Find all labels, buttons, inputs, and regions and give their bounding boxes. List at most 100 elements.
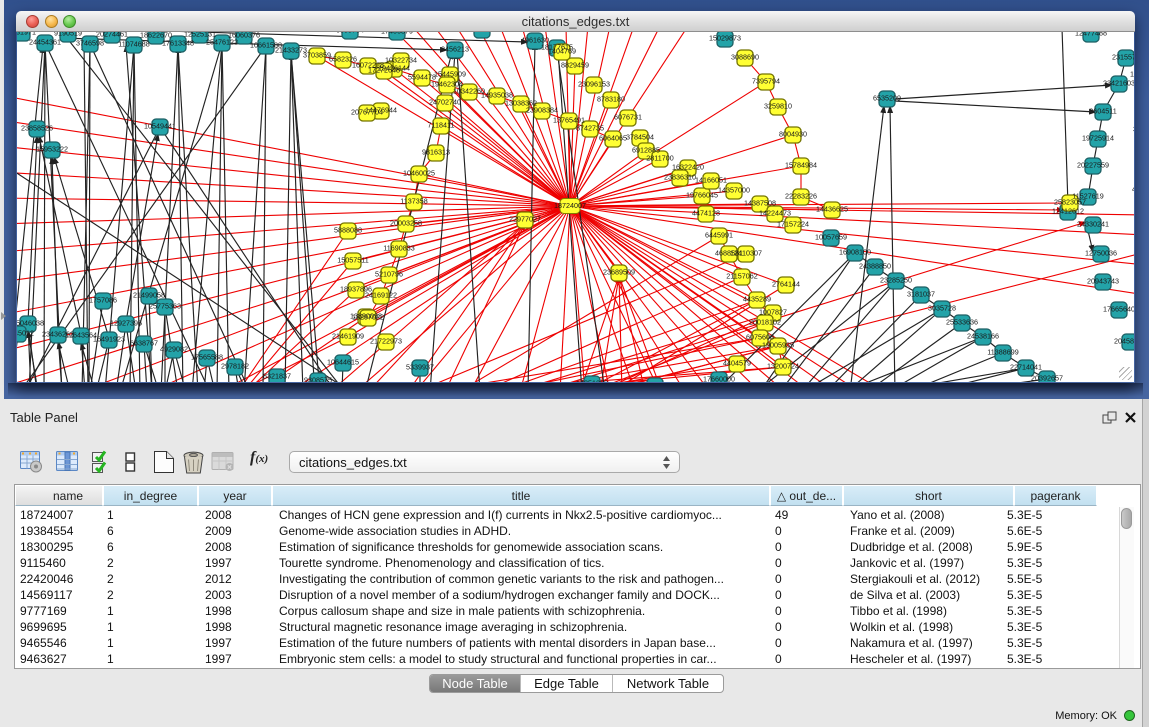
svg-text:17157224: 17157224 [777,220,809,229]
svg-text:17406879: 17406879 [381,32,413,36]
svg-text:13945012: 13945012 [17,329,34,338]
svg-text:6445991: 6445991 [705,231,733,240]
svg-text:3307301: 3307301 [1133,125,1134,134]
svg-text:10644615: 10644615 [327,358,359,367]
svg-text:25046038: 25046038 [17,319,44,328]
svg-text:6638767: 6638767 [130,339,158,348]
svg-text:15057511: 15057511 [337,256,368,265]
svg-text:23689509: 23689509 [603,268,635,277]
svg-text:19005935: 19005935 [762,341,794,350]
svg-text:20943743: 20943743 [1087,277,1119,286]
svg-text:7395794: 7395794 [752,77,780,86]
svg-text:14351230: 14351230 [576,379,608,383]
svg-text:14357000: 14357000 [718,186,750,195]
svg-text:2315577: 2315577 [1112,53,1134,62]
svg-text:11388699: 11388699 [987,348,1018,357]
svg-text:2978182: 2978182 [221,362,249,371]
svg-text:20392657: 20392657 [1031,374,1063,383]
svg-text:17565588: 17565588 [191,353,223,362]
svg-text:8742735: 8742735 [576,124,604,133]
svg-text:20458054: 20458054 [1114,337,1134,346]
svg-text:1757086: 1757086 [89,296,117,305]
svg-text:23858526: 23858526 [21,124,53,133]
svg-text:2811700: 2811700 [646,154,673,163]
svg-text:8783180: 8783180 [597,95,625,104]
svg-text:23096153: 23096153 [578,80,610,89]
svg-text:3604511: 3604511 [1089,107,1116,116]
svg-text:12410307: 12410307 [730,249,762,258]
svg-text:4435289: 4435289 [743,295,771,304]
svg-text:8321837: 8321837 [263,372,291,381]
svg-text:4140560: 4140560 [1132,185,1134,194]
svg-text:19725914: 19725914 [1082,134,1114,143]
svg-text:16322420: 16322420 [672,163,704,172]
svg-text:14166051: 14166051 [695,176,727,185]
svg-text:23421603: 23421603 [1103,79,1134,88]
svg-text:24388850: 24388850 [859,262,891,271]
svg-text:4929082: 4929082 [160,345,188,354]
svg-text:8829459: 8829459 [561,61,589,70]
svg-text:15445909: 15445909 [434,70,466,79]
svg-text:14436625: 14436625 [816,205,848,214]
svg-text:5339937: 5339937 [406,363,434,372]
svg-text:24454361: 24454361 [29,38,61,47]
svg-text:24538166: 24538166 [967,332,999,341]
svg-text:10549441: 10549441 [144,122,176,131]
svg-text:10322734: 10322734 [385,56,417,65]
svg-text:4404579: 4404579 [723,359,751,368]
svg-text:3035728: 3035728 [928,304,956,313]
svg-text:19766045: 19766045 [686,191,718,200]
svg-text:13200724: 13200724 [767,362,799,371]
svg-text:16307710: 16307710 [1130,70,1134,79]
svg-text:7031971: 7031971 [17,32,36,37]
svg-text:22283226: 22283226 [785,192,817,201]
svg-text:12477488: 12477488 [1075,32,1107,38]
svg-text:15784984: 15784984 [785,161,817,170]
svg-text:23836310: 23836310 [664,173,696,182]
svg-text:3784504: 3784504 [626,133,654,142]
svg-text:14224473: 14224473 [759,209,791,218]
svg-text:16491923: 16491923 [93,335,125,344]
svg-text:4474128: 4474128 [692,209,720,218]
svg-text:8004930: 8004930 [779,130,807,139]
svg-text:6076731: 6076731 [614,113,642,122]
svg-text:9190519: 9190519 [54,32,82,38]
svg-text:17272648: 17272648 [368,66,400,75]
svg-text:15029873: 15029873 [709,34,741,43]
svg-text:3456213: 3456213 [441,45,469,54]
svg-text:11690833: 11690833 [383,244,414,253]
svg-text:1007827: 1007827 [759,308,787,317]
svg-text:3259810: 3259810 [764,102,792,111]
svg-text:9308575: 9308575 [304,376,332,383]
svg-text:2764144: 2764144 [772,280,800,289]
svg-text:20274461: 20274461 [96,32,128,39]
svg-text:24702740: 24702740 [429,98,461,107]
svg-text:15149848: 15149848 [466,32,498,34]
svg-text:20767704: 20767704 [351,108,383,117]
svg-text:23908384: 23908384 [526,106,558,115]
svg-text:3746598: 3746598 [76,39,104,48]
svg-text:3088690: 3088690 [731,53,759,62]
svg-text:21461909: 21461909 [332,332,364,341]
svg-text:17660000: 17660000 [703,375,735,383]
svg-text:22714041: 22714041 [1010,363,1042,372]
svg-text:22977027: 22977027 [509,215,541,224]
svg-text:24169122: 24169122 [365,291,397,300]
svg-text:25775363: 25775363 [149,302,181,311]
svg-text:12927396: 12927396 [110,319,142,328]
svg-text:21722973: 21722973 [370,337,402,346]
svg-text:10057659: 10057659 [815,233,847,242]
svg-text:25823057: 25823057 [1054,198,1086,207]
svg-text:18724007: 18724007 [554,201,586,210]
svg-text:9816313: 9816313 [422,148,450,157]
svg-text:14118095: 14118095 [639,381,670,383]
svg-text:21157062: 21157062 [726,272,757,281]
svg-text:17613348: 17613348 [162,39,194,48]
svg-text:16060376: 16060376 [228,32,260,40]
svg-text:23285250: 23285250 [880,276,912,285]
svg-text:24330241: 24330241 [1077,220,1109,229]
svg-text:6064065: 6064065 [599,134,627,143]
svg-text:20018102: 20018102 [749,318,781,327]
svg-text:10460025: 10460025 [403,169,435,178]
svg-text:20003258: 20003258 [390,219,422,228]
